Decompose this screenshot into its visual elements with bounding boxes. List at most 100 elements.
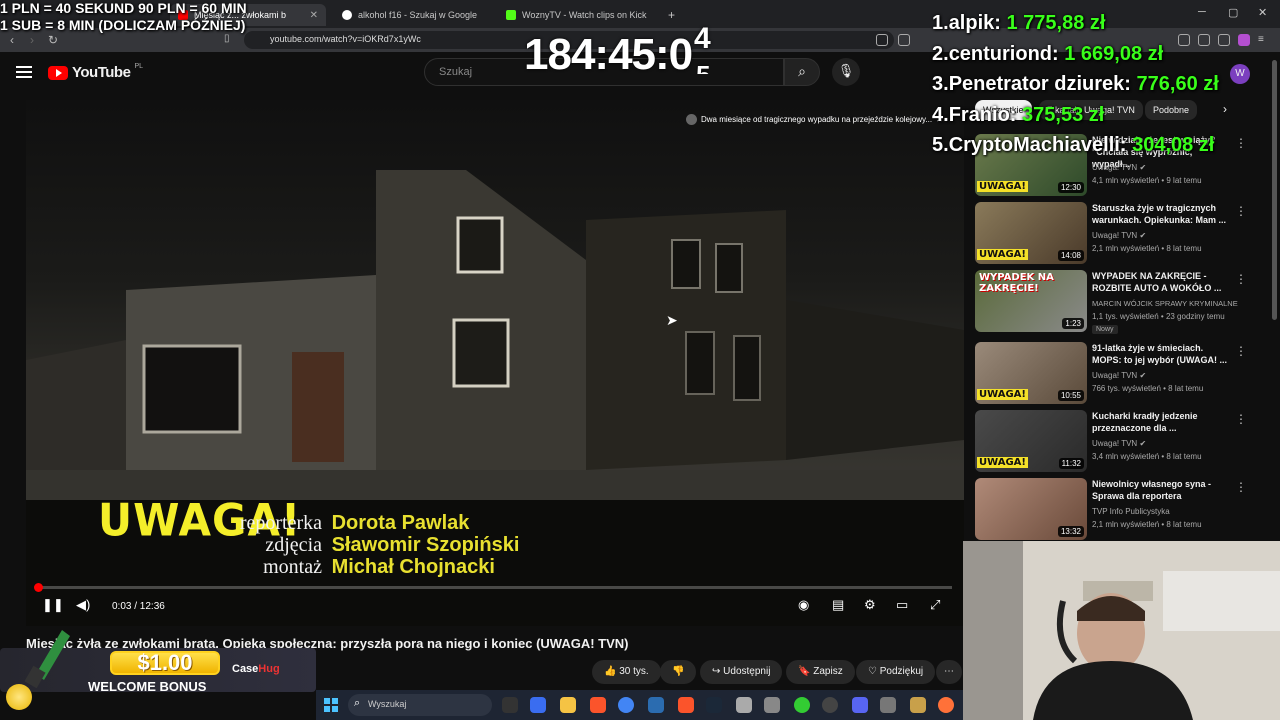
file-explorer-icon[interactable] xyxy=(560,697,576,713)
list-item[interactable]: 13:32 Niewolnicy własnego syna - Sprawa … xyxy=(975,478,1250,542)
more-options-icon[interactable]: ⋮ xyxy=(1235,480,1247,494)
rec-title[interactable]: Staruszka żyje w tragicznych warunkach. … xyxy=(1092,202,1230,226)
rec-channel[interactable]: TVP Info Publicystyka xyxy=(1092,507,1170,516)
fullscreen-button[interactable]: ⤢ xyxy=(930,597,940,613)
notepad-icon[interactable] xyxy=(736,697,752,713)
more-options-icon[interactable]: ⋮ xyxy=(1235,272,1247,286)
credit-name: Sławomir Szopiński xyxy=(331,534,520,556)
brave-active-icon[interactable] xyxy=(678,697,694,713)
taskbar-search-input[interactable]: Wyszukaj xyxy=(348,694,492,716)
rec-channel[interactable]: Uwaga! TVN ✔ xyxy=(1092,439,1146,448)
chevron-right-icon[interactable]: › xyxy=(1223,102,1227,116)
donor-name: centuriond: xyxy=(948,42,1059,65)
rec-title[interactable]: Niewolnicy własnego syna - Sprawa dla re… xyxy=(1092,478,1230,502)
tab-google[interactable]: alkohol f16 - Szukaj w Google xyxy=(334,4,494,26)
avatar[interactable]: W xyxy=(1230,64,1250,84)
more-actions-button[interactable]: ⋯ xyxy=(936,660,962,684)
rec-channel[interactable]: Uwaga! TVN ✔ xyxy=(1092,371,1146,380)
app-icon[interactable] xyxy=(648,697,664,713)
tab-kick[interactable]: WoznyTV - Watch clips on Kick xyxy=(498,4,658,26)
task-view-icon[interactable] xyxy=(502,697,518,713)
like-button[interactable]: 👍 30 tys. xyxy=(592,660,661,684)
reload-icon[interactable]: ↻ xyxy=(48,33,58,47)
menu-icon[interactable]: ≡ xyxy=(1258,34,1270,46)
video-notification[interactable]: Dwa miesiące od tragicznego wypadku na p… xyxy=(686,114,943,125)
app-icon[interactable] xyxy=(794,697,810,713)
dislike-button[interactable]: 👎 xyxy=(660,660,697,684)
list-item[interactable]: UWAGA! 10:55 91-latka żyje w śmieciach. … xyxy=(975,342,1250,406)
cast-icon[interactable] xyxy=(876,34,888,46)
progress-bar[interactable] xyxy=(38,586,952,589)
search-icon: ⌕ xyxy=(354,697,361,709)
thumbnail-badge: UWAGA! xyxy=(977,457,1028,468)
rec-title[interactable]: Kucharki kradły jedzenie przeznaczone dl… xyxy=(1092,410,1230,434)
promo-banner[interactable]: $1.00 WELCOME BONUS CaseHug xyxy=(0,630,316,710)
obs-icon[interactable] xyxy=(822,697,838,713)
video-player[interactable]: Dwa miesiące od tragicznego wypadku na p… xyxy=(26,100,964,626)
firefox-icon[interactable] xyxy=(938,697,954,713)
list-item[interactable]: WYPADEK NA ZAKRĘCIE! 1:23 WYPADEK NA ZAK… xyxy=(975,270,1250,334)
rec-channel[interactable]: Uwaga! TVN ✔ xyxy=(1092,163,1146,172)
brave-icon[interactable] xyxy=(590,697,606,713)
shield-icon[interactable] xyxy=(1218,34,1230,46)
youtube-logo[interactable]: YouTube PL xyxy=(48,63,143,81)
voice-search-button[interactable]: 🎙 xyxy=(832,58,860,86)
rec-title[interactable]: WYPADEK NA ZAKRĘCIE - ROZBITE AUTO A WOK… xyxy=(1092,270,1230,294)
search-button[interactable]: ⌕ xyxy=(784,58,820,86)
back-icon[interactable]: ‹ xyxy=(10,33,14,47)
rec-channel[interactable]: Uwaga! TVN ✔ xyxy=(1092,231,1146,240)
hamburger-menu-icon[interactable] xyxy=(16,66,32,78)
app-icon[interactable] xyxy=(764,697,780,713)
promo-amount: $1.00 xyxy=(110,651,220,675)
channel-name: Uwaga! TVN xyxy=(1092,163,1138,172)
profile-icon[interactable] xyxy=(1238,34,1250,46)
save-button[interactable]: 🔖 Zapisz xyxy=(786,660,855,684)
new-tab-button[interactable]: + xyxy=(660,4,680,26)
settings-button[interactable]: ⚙ xyxy=(864,597,876,613)
thumbnail-badge: UWAGA! xyxy=(977,249,1028,260)
close-tab-icon[interactable]: ✕ xyxy=(310,10,318,21)
more-options-icon[interactable]: ⋮ xyxy=(1235,344,1247,358)
top-donors-overlay: 1.alpik: 1 775,88 zł 2.centuriond: 1 669… xyxy=(932,8,1219,161)
chrome-icon[interactable] xyxy=(618,697,634,713)
maximize-button[interactable]: ▢ xyxy=(1228,6,1238,19)
miniplayer-button[interactable]: ▭ xyxy=(896,597,908,613)
forward-icon[interactable]: › xyxy=(30,33,34,47)
verified-icon: ✔ xyxy=(1139,371,1147,380)
volume-button[interactable]: ◀) xyxy=(76,597,90,613)
start-button[interactable] xyxy=(324,698,338,712)
more-options-icon[interactable]: ⋮ xyxy=(1235,204,1247,218)
tab-label: alkohol f16 - Szukaj w Google xyxy=(358,10,478,20)
thanks-button[interactable]: ♡ Podziękuj xyxy=(856,660,936,684)
toggle-icon: ◉ xyxy=(798,597,810,612)
video-thumbnail[interactable]: UWAGA! 14:08 xyxy=(975,202,1087,264)
rec-channel[interactable]: MARCIN WÓJCIK SPRAWY KRYMINALNE xyxy=(1092,299,1238,308)
close-window-button[interactable]: ✕ xyxy=(1258,6,1267,19)
bookmark-icon[interactable]: ▯ xyxy=(224,33,230,44)
windows-taskbar: Wyszukaj ⌕ xyxy=(316,690,963,720)
video-thumbnail[interactable]: WYPADEK NA ZAKRĘCIE! 1:23 xyxy=(975,270,1087,332)
list-item[interactable]: UWAGA! 14:08 Staruszka żyje w tragicznyc… xyxy=(975,202,1250,266)
subtitles-button[interactable]: ▤ xyxy=(832,597,844,613)
donor-amount: 304,08 zł xyxy=(1132,134,1215,156)
video-thumbnail[interactable]: UWAGA! 11:32 xyxy=(975,410,1087,472)
rec-title[interactable]: 91-latka żyje w śmieciach. MOPS: to jej … xyxy=(1092,342,1230,366)
pause-button[interactable]: ❚❚ xyxy=(42,597,64,613)
time-display: 0:03 / 12:36 xyxy=(112,601,165,612)
more-options-icon[interactable]: ⋮ xyxy=(1235,136,1247,150)
settings-icon[interactable] xyxy=(880,697,896,713)
app-icon[interactable] xyxy=(910,697,926,713)
video-thumbnail[interactable]: 13:32 xyxy=(975,478,1087,540)
more-options-icon[interactable]: ⋮ xyxy=(1235,412,1247,426)
page-scrollbar[interactable] xyxy=(1272,60,1277,320)
share-page-icon[interactable] xyxy=(898,34,910,46)
steam-icon[interactable] xyxy=(706,697,722,713)
share-button[interactable]: ↪ Udostępnij xyxy=(700,660,783,684)
thumbs-down-icon: 👎 xyxy=(672,666,685,677)
progress-scrubber[interactable] xyxy=(34,583,43,592)
discord-icon[interactable] xyxy=(852,697,868,713)
video-thumbnail[interactable]: UWAGA! 10:55 xyxy=(975,342,1087,404)
autoplay-toggle[interactable]: ◉ xyxy=(798,597,809,613)
copilot-icon[interactable] xyxy=(530,697,546,713)
list-item[interactable]: UWAGA! 11:32 Kucharki kradły jedzenie pr… xyxy=(975,410,1250,474)
